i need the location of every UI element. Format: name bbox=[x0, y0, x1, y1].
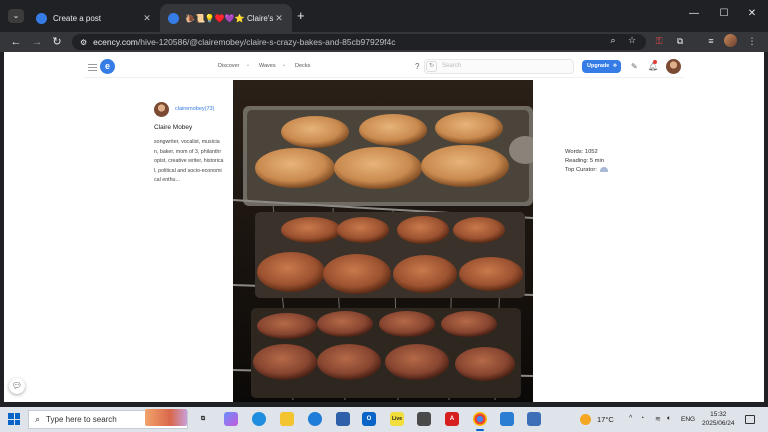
user-avatar[interactable] bbox=[666, 59, 681, 74]
chrome-icon[interactable] bbox=[473, 412, 487, 431]
paint-app-icon[interactable] bbox=[500, 412, 514, 426]
acrobat-icon[interactable]: A bbox=[445, 412, 459, 426]
nav-discover[interactable]: Discover bbox=[218, 63, 239, 69]
author-handle[interactable]: clairemobey(73) bbox=[175, 106, 214, 112]
live-app-icon[interactable]: Live bbox=[390, 412, 404, 426]
word-count: Words: 1052 bbox=[565, 149, 598, 155]
tab-title: Create a post bbox=[53, 13, 102, 23]
forward-arrow-icon[interactable]: → bbox=[30, 35, 44, 49]
tab-strip: ⌄ Create a post ✕ 🐌📜💡♥️💜⭐ Claire's Crazy… bbox=[0, 0, 768, 32]
site-info-icon[interactable]: ⚙ bbox=[80, 38, 87, 47]
browser-menu-icon[interactable]: ⋮ bbox=[745, 36, 759, 47]
system-clock[interactable]: 15:32 2025/06/24 bbox=[702, 410, 735, 428]
tab-claires-crazy-bakes[interactable]: 🐌📜💡♥️💜⭐ Claire's Crazy ✕ bbox=[160, 4, 292, 32]
search-refresh-icon[interactable]: ↻ bbox=[426, 61, 437, 72]
weather-sun-icon[interactable] bbox=[580, 414, 591, 425]
edit-pencil-icon[interactable]: ✎ bbox=[631, 62, 638, 71]
site-header: e Discover • Waves • Decks ? Search ↻ Up… bbox=[84, 56, 684, 78]
author-avatar[interactable] bbox=[154, 102, 169, 117]
top-curator: Top Curator: bbox=[565, 166, 608, 175]
tab-close-icon[interactable]: ✕ bbox=[274, 13, 284, 24]
web-page: e Discover • Waves • Decks ? Search ↻ Up… bbox=[4, 52, 764, 402]
cookies-oven-photo bbox=[233, 80, 533, 402]
url-host: ecency.com bbox=[93, 37, 138, 47]
upgrade-label: Upgrade bbox=[587, 63, 610, 69]
minimize-button[interactable]: — bbox=[684, 8, 704, 19]
profile-avatar[interactable] bbox=[724, 34, 737, 47]
tray-chevron-icon[interactable]: ^ bbox=[629, 415, 632, 422]
url-path: /hive-120586/@clairemobey/claire-s-crazy… bbox=[137, 37, 396, 47]
browser-toolbar: ← → ↻ ⚙ ecency.com /hive-120586/@clairem… bbox=[0, 32, 768, 52]
maximize-button[interactable]: ☐ bbox=[714, 8, 734, 19]
top-curator-label: Top Curator: bbox=[565, 167, 597, 173]
volume-icon[interactable]: 🔈︎ bbox=[667, 415, 671, 423]
upgrade-button[interactable]: Upgrade ⟡ bbox=[582, 60, 621, 73]
notification-badge bbox=[653, 60, 657, 64]
input-language[interactable]: ENG bbox=[681, 416, 695, 423]
tab-title: 🐌📜💡♥️💜⭐ Claire's Crazy bbox=[185, 13, 274, 23]
network-icon[interactable]: ◔ bbox=[640, 415, 644, 422]
nav-waves[interactable]: Waves bbox=[259, 63, 276, 69]
extension-key-icon[interactable]: ⚿ bbox=[652, 36, 666, 47]
chat-bubble-icon[interactable]: 💬︎ bbox=[9, 378, 25, 394]
tab-close-icon[interactable]: ✕ bbox=[142, 13, 152, 24]
task-view-icon[interactable]: ⧉ bbox=[196, 412, 210, 426]
taskbar-search-text: Type here to search bbox=[46, 415, 117, 424]
search-icon: ⌕ bbox=[35, 414, 41, 424]
nav-separator-icon: • bbox=[247, 63, 249, 69]
search-highlight-art bbox=[145, 409, 187, 426]
post-hero-image[interactable] bbox=[233, 80, 533, 402]
ecency-favicon-icon bbox=[36, 12, 47, 24]
author-bio: songwriter, vocalist, musician, baker, m… bbox=[154, 139, 224, 184]
bookmark-star-icon[interactable]: ☆ bbox=[625, 35, 639, 46]
windows-taskbar: ⌕ Type here to search ⧉ O Live A 17°C ^ … bbox=[0, 407, 768, 432]
edge-secondary-icon[interactable] bbox=[308, 412, 322, 426]
edge-browser-icon[interactable] bbox=[252, 412, 266, 426]
nav-decks[interactable]: Decks bbox=[295, 63, 310, 69]
curator-umbrella-icon[interactable] bbox=[599, 166, 608, 172]
wifi-icon[interactable]: ≋ bbox=[655, 415, 661, 423]
windows-start-icon[interactable] bbox=[8, 413, 20, 425]
zoom-icon[interactable]: ⌕ bbox=[606, 35, 620, 46]
copilot-icon[interactable] bbox=[224, 412, 238, 426]
reading-time: Reading: 5 min bbox=[565, 158, 604, 164]
media-app-icon[interactable] bbox=[417, 412, 431, 426]
tab-search-chevron-icon[interactable]: ⌄ bbox=[8, 9, 24, 23]
clock-time: 15:32 bbox=[710, 411, 727, 418]
nav-separator-icon: • bbox=[283, 63, 285, 69]
back-arrow-icon[interactable]: ← bbox=[9, 35, 23, 49]
file-explorer-icon[interactable] bbox=[280, 412, 294, 426]
ecency-logo-icon[interactable]: e bbox=[100, 59, 115, 74]
outlook-icon[interactable]: O bbox=[362, 412, 376, 426]
hamburger-menu-icon[interactable] bbox=[88, 64, 97, 71]
upgrade-icon: ⟡ bbox=[613, 63, 617, 69]
clock-date: 2025/06/24 bbox=[702, 420, 735, 427]
help-icon[interactable]: ? bbox=[415, 62, 419, 71]
window-close-button[interactable]: ✕ bbox=[742, 8, 762, 19]
extensions-puzzle-icon[interactable]: ⧉ bbox=[673, 36, 687, 47]
snipping-tool-icon[interactable] bbox=[527, 412, 541, 426]
notification-center-icon[interactable] bbox=[745, 415, 755, 424]
tab-create-post[interactable]: Create a post ✕ bbox=[28, 4, 160, 32]
new-tab-button[interactable]: + bbox=[297, 9, 305, 23]
ecency-favicon-icon bbox=[168, 12, 179, 24]
post-stats: Words: 1052 Reading: 5 min Top Curator: bbox=[565, 148, 608, 175]
reload-icon[interactable]: ↻ bbox=[50, 35, 64, 49]
media-control-icon[interactable]: ≡ bbox=[704, 36, 718, 46]
search-input[interactable]: Search bbox=[424, 59, 574, 74]
author-name: Claire Mobey bbox=[154, 124, 193, 131]
temperature[interactable]: 17°C bbox=[597, 415, 614, 424]
store-icon[interactable] bbox=[336, 412, 350, 426]
address-bar[interactable]: ⚙ ecency.com /hive-120586/@clairemobey/c… bbox=[72, 34, 646, 50]
